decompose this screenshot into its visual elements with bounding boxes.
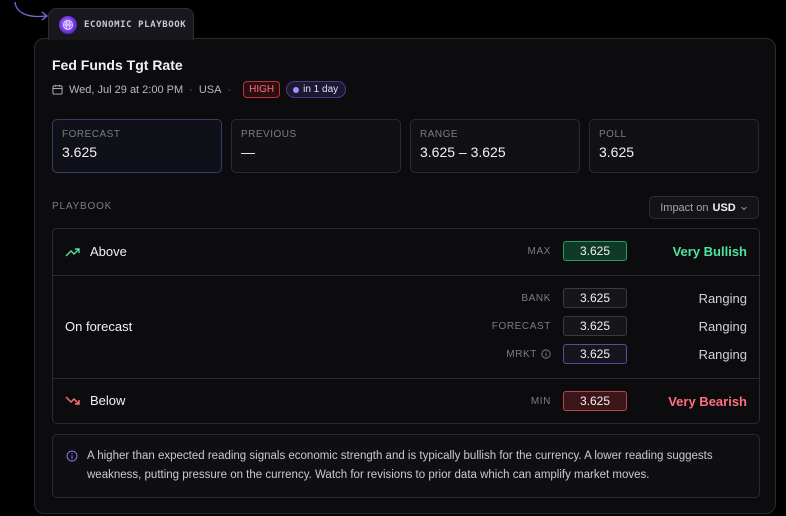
tab-label: ECONOMIC PLAYBOOK [84, 19, 187, 30]
outcome-label: Ranging [698, 290, 747, 306]
line-key-text: MRKT [506, 348, 537, 360]
value-pill: 3.625 [563, 316, 627, 336]
chevron-down-icon [740, 206, 747, 210]
globe-icon [59, 15, 77, 34]
stats-row: FORECAST 3.625 PREVIOUS — RANGE 3.625 – … [52, 119, 759, 173]
outcome-label: Very Bullish [672, 243, 747, 259]
stat-value: 3.625 – 3.625 [420, 144, 506, 160]
connector-arrow-icon [14, 1, 49, 21]
countdown-label: in 1 day [303, 84, 339, 95]
scenario-line: MIN 3.625 Very Bearish [53, 391, 747, 411]
line-key: FORECAST [491, 320, 551, 332]
impact-badge: HIGH [243, 81, 281, 98]
event-country: USA [198, 83, 222, 96]
event-datetime: Wed, Jul 29 at 2:00 PM [69, 83, 184, 96]
scenario-line-mrkt: MRKT 3.625 Ranging [53, 344, 747, 364]
note-text: A higher than expected reading signals e… [87, 450, 713, 481]
stat-label: RANGE [420, 129, 459, 140]
line-key: MAX [527, 245, 551, 257]
separator-dot: · [227, 83, 232, 96]
scenario-line-forecast: FORECAST 3.625 Ranging [53, 316, 747, 336]
scenario-row-on-forecast: On forecast BANK 3.625 Ranging FORECAST … [53, 276, 759, 379]
status-dot-icon [293, 86, 300, 93]
explanation-note: A higher than expected reading signals e… [52, 434, 760, 498]
stat-value: 3.625 [62, 144, 98, 160]
stat-value: 3.625 [599, 144, 635, 160]
outcome-label: Ranging [698, 346, 747, 362]
line-key: BANK [521, 292, 551, 304]
impact-prefix: Impact on [660, 201, 709, 214]
value-pill: 3.625 [563, 241, 627, 261]
stat-label: POLL [599, 129, 627, 140]
scenario-row-above: Above MAX 3.625 Very Bullish [53, 229, 759, 276]
event-title: Fed Funds Tgt Rate [52, 57, 183, 73]
value-pill: 3.625 [563, 288, 627, 308]
playbook-card: Fed Funds Tgt Rate Wed, Jul 29 at 2:00 P… [34, 38, 776, 514]
economic-playbook-tab[interactable]: ECONOMIC PLAYBOOK [48, 8, 194, 40]
impact-currency-select[interactable]: Impact on USD [649, 196, 759, 219]
stat-range: RANGE 3.625 – 3.625 [410, 119, 580, 173]
countdown-badge: in 1 day [286, 81, 347, 98]
scenario-row-below: Below MIN 3.625 Very Bearish [53, 379, 759, 424]
value-pill: 3.625 [563, 344, 627, 364]
scenario-line-bank: BANK 3.625 Ranging [53, 288, 747, 308]
value-pill: 3.625 [563, 391, 627, 411]
playbook-header: PLAYBOOK [52, 201, 113, 212]
outcome-label: Ranging [698, 318, 747, 334]
stat-label: PREVIOUS [241, 129, 297, 140]
stat-poll: POLL 3.625 [589, 119, 759, 173]
outcome-label: Very Bearish [668, 393, 747, 409]
line-key: MIN [530, 395, 551, 407]
stat-value: — [241, 144, 255, 160]
impact-currency: USD [712, 201, 736, 214]
stat-previous: PREVIOUS — [231, 119, 401, 173]
event-meta: Wed, Jul 29 at 2:00 PM · USA · HIGH in 1… [52, 81, 347, 98]
scenario-line: MAX 3.625 Very Bullish [53, 241, 747, 261]
calendar-icon [52, 84, 63, 95]
stat-forecast: FORECAST 3.625 [52, 119, 222, 173]
line-key: MRKT [506, 349, 551, 360]
stat-label: FORECAST [62, 129, 121, 140]
info-icon [66, 450, 78, 462]
playbook-table: Above MAX 3.625 Very Bullish On forecast… [52, 228, 760, 424]
separator-dot: · [189, 83, 193, 96]
info-icon[interactable] [541, 349, 551, 359]
